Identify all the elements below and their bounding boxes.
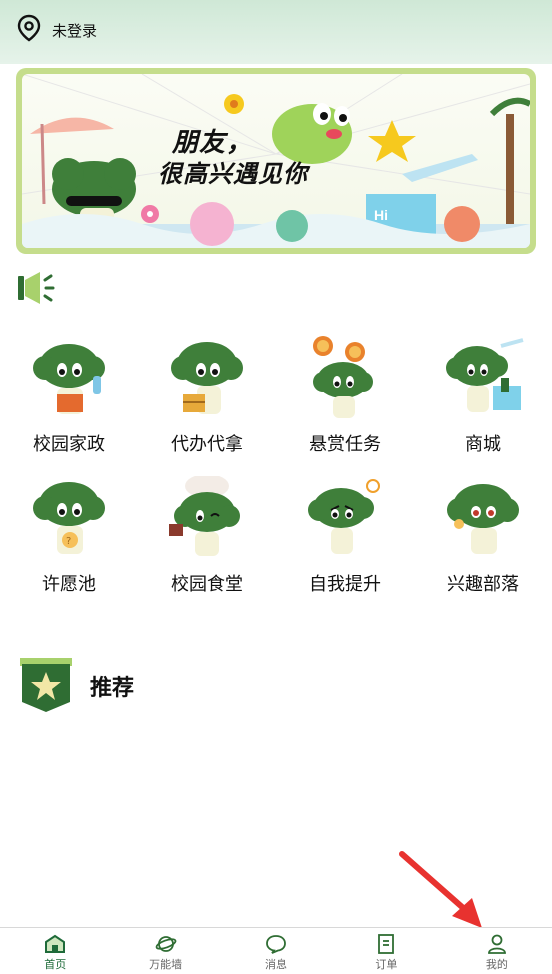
megaphone-icon[interactable] — [16, 268, 56, 312]
location-selector[interactable]: 未登录 — [16, 14, 97, 46]
tab-orders[interactable]: 订单 — [331, 928, 441, 974]
service-interest[interactable]: 兴趣部落 — [414, 476, 552, 596]
mascot-selfimprove-icon — [308, 479, 380, 554]
svg-text:Hi: Hi — [374, 207, 388, 223]
tab-home[interactable]: 首页 — [0, 928, 110, 974]
service-label: 许愿池 — [42, 574, 96, 595]
tab-mine[interactable]: 我的 — [442, 928, 552, 974]
mascot-errand-icon — [171, 342, 243, 414]
location-pin-icon — [16, 14, 42, 46]
star-badge-icon — [20, 658, 72, 718]
service-row: 校园家政 代办代拿 悬赏任务 商城 — [0, 336, 552, 456]
service-label: 商城 — [465, 434, 501, 455]
svg-text:?: ? — [66, 536, 71, 547]
banner-title-line2: 很高兴遇见你 — [158, 160, 308, 188]
login-status: 未登录 — [52, 21, 98, 40]
home-icon — [45, 934, 66, 953]
mascot-bounty-icon — [313, 336, 373, 418]
mascot-mall-icon — [446, 338, 524, 412]
tab-label: 万能墙 — [149, 958, 183, 971]
mascot-housekeeping-icon — [33, 344, 105, 414]
service-errand[interactable]: 代办代拿 — [138, 336, 276, 456]
banner-image: Hi 朋友， 很高兴遇见你 — [22, 74, 530, 248]
service-row: ? 许愿池 校园食堂 自我提升 兴趣部落 — [0, 476, 552, 596]
chat-bubble-icon — [266, 935, 286, 954]
service-canteen[interactable]: 校园食堂 — [138, 476, 276, 596]
service-mall[interactable]: 商城 — [414, 336, 552, 456]
service-housekeeping[interactable]: 校园家政 — [0, 336, 138, 456]
mascot-wish-icon: ? — [33, 482, 105, 554]
annotation-arrow — [399, 851, 482, 928]
service-label: 悬赏任务 — [309, 434, 381, 455]
mascot-interest-icon — [447, 484, 519, 554]
tab-wall[interactable]: 万能墙 — [110, 928, 220, 974]
service-label: 代办代拿 — [171, 434, 243, 455]
promo-banner[interactable]: Hi 朋友， 很高兴遇见你 — [16, 68, 536, 254]
top-bar: 未登录 — [0, 0, 552, 64]
order-list-icon — [378, 934, 395, 954]
service-label: 校园食堂 — [171, 574, 243, 595]
bottom-tab-bar: 首页 万能墙 消息 订单 我的 — [0, 927, 552, 974]
service-label: 兴趣部落 — [447, 574, 519, 595]
tab-label: 订单 — [375, 958, 398, 971]
tab-messages[interactable]: 消息 — [221, 928, 331, 974]
service-selfimprove[interactable]: 自我提升 — [276, 476, 414, 596]
user-icon — [487, 934, 506, 954]
service-label: 校园家政 — [33, 434, 105, 455]
service-bounty[interactable]: 悬赏任务 — [276, 336, 414, 456]
tab-label: 首页 — [44, 958, 67, 971]
service-wish[interactable]: ? 许愿池 — [0, 476, 138, 596]
service-grid: 校园家政 代办代拿 悬赏任务 商城 ? 许愿池 校园食堂 自我提升 兴趣部落 — [0, 336, 552, 596]
tab-label: 消息 — [265, 958, 288, 971]
tab-label: 我的 — [485, 958, 508, 971]
mascot-canteen-icon — [169, 476, 240, 556]
section-title-recommend: 推荐 — [90, 676, 135, 701]
planet-icon — [155, 936, 176, 952]
service-label: 自我提升 — [309, 574, 381, 595]
